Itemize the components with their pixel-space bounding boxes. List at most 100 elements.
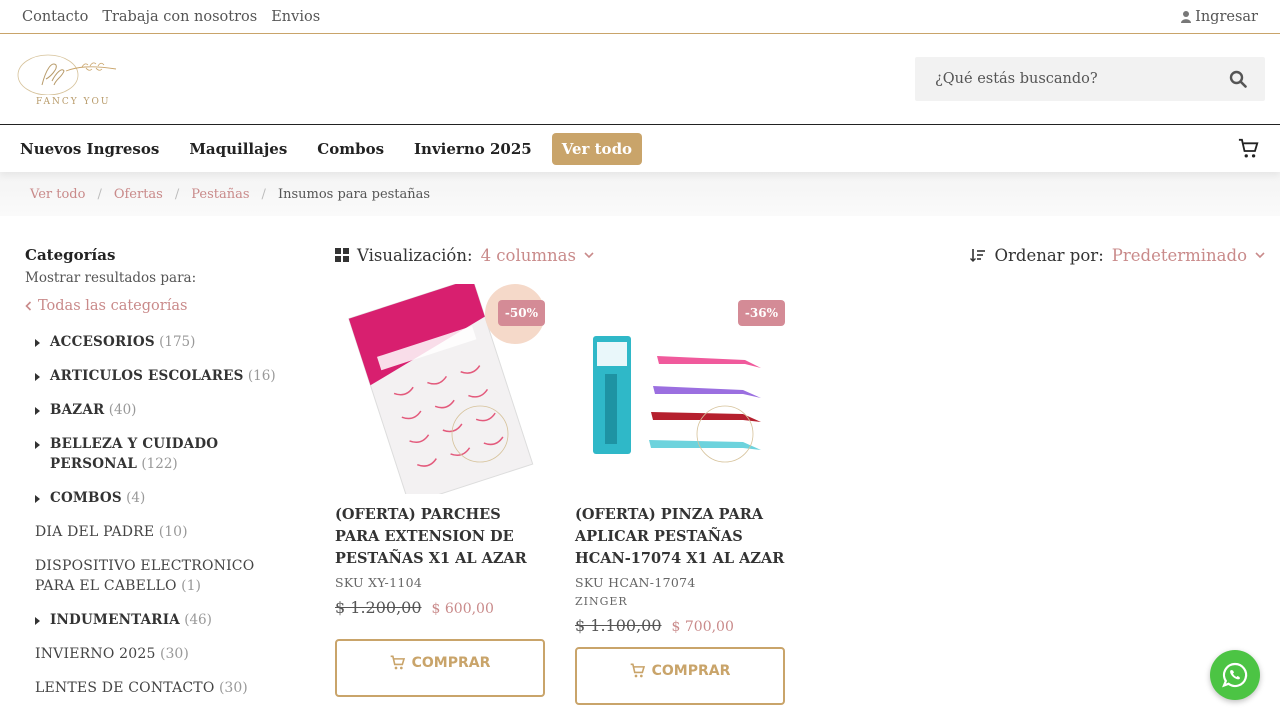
caret-right-icon[interactable] bbox=[35, 400, 50, 419]
discount-badge: -50% bbox=[497, 300, 545, 326]
product-brand: ZINGER bbox=[575, 595, 628, 608]
chevron-down-icon[interactable] bbox=[584, 251, 594, 259]
category-item[interactable]: INDUMENTARIA (46) bbox=[25, 610, 310, 630]
shipping-link[interactable]: Envios bbox=[271, 9, 320, 25]
category-item[interactable]: COMBOS (4) bbox=[25, 488, 310, 508]
logo-text: FANCY YOU bbox=[36, 97, 111, 107]
jobs-link[interactable]: Trabaja con nosotros bbox=[102, 9, 257, 25]
nav-item-winter[interactable]: Invierno 2025 bbox=[414, 140, 532, 158]
category-count: (30) bbox=[218, 680, 248, 696]
product-listing: Visualización: 4 columnas Ordenar por: P… bbox=[310, 246, 1280, 712]
top-bar: Contacto Trabaja con nosotros Envios Ing… bbox=[0, 0, 1280, 34]
category-item[interactable]: DISPOSITIVO ELECTRONICO PARA EL CABELLO … bbox=[25, 556, 310, 596]
product-sku: SKU XY-1104 bbox=[335, 575, 423, 590]
search-input[interactable] bbox=[935, 71, 1195, 87]
category-item[interactable]: LENTES DE CONTACTO (30) bbox=[25, 678, 310, 698]
logo[interactable]: FANCY YOU bbox=[16, 51, 120, 107]
listing-toolbar: Visualización: 4 columnas Ordenar por: P… bbox=[335, 246, 1265, 265]
product-grid: -50% (OFERTA) PARCHES PARA EXTENSION DE … bbox=[335, 277, 1265, 705]
buy-label: COMPRAR bbox=[411, 655, 491, 671]
search-bar bbox=[915, 57, 1265, 101]
caret-right-icon[interactable] bbox=[35, 366, 50, 385]
product-prices: $ 1.200,00 $ 600,00 bbox=[335, 598, 545, 617]
breadcrumb-current: Insumos para pestañas bbox=[277, 186, 431, 202]
buy-button[interactable]: COMPRAR bbox=[575, 647, 785, 705]
caret-right-icon[interactable] bbox=[35, 488, 50, 507]
breadcrumb-item[interactable]: Ofertas bbox=[114, 187, 163, 202]
sidebar-subtitle: Mostrar resultados para: bbox=[25, 270, 197, 286]
sale-price: $ 600,00 bbox=[431, 601, 494, 617]
product-prices: $ 1.100,00 $ 700,00 bbox=[575, 616, 785, 635]
product-card: -50% (OFERTA) PARCHES PARA EXTENSION DE … bbox=[335, 277, 545, 705]
category-name: INDUMENTARIA bbox=[50, 612, 180, 628]
discount-badge: -36% bbox=[737, 300, 785, 326]
category-count: (10) bbox=[158, 524, 188, 540]
whatsapp-button[interactable] bbox=[1210, 650, 1260, 700]
caret-right-icon[interactable] bbox=[35, 434, 50, 453]
contact-link[interactable]: Contacto bbox=[22, 9, 88, 25]
old-price: $ 1.200,00 bbox=[335, 598, 422, 617]
nav-menu: Nuevos Ingresos Maquillajes Combos Invie… bbox=[20, 132, 643, 165]
category-name: LENTES DE CONTACTO bbox=[35, 680, 215, 696]
category-item[interactable]: INVIERNO 2025 (30) bbox=[25, 644, 310, 664]
search-icon[interactable] bbox=[1229, 70, 1247, 88]
nav-item-new[interactable]: Nuevos Ingresos bbox=[20, 140, 159, 158]
product-title[interactable]: (OFERTA) PINZA PARA APLICAR PESTAÑAS HCA… bbox=[575, 504, 785, 570]
category-name: COMBOS bbox=[50, 490, 122, 506]
caret-right-icon[interactable] bbox=[35, 610, 50, 629]
caret-right-icon[interactable] bbox=[35, 332, 50, 351]
view-value[interactable]: 4 columnas bbox=[481, 246, 576, 265]
breadcrumb-item[interactable]: Ver todo bbox=[30, 187, 85, 202]
product-title[interactable]: (OFERTA) PARCHES PARA EXTENSION DE PESTA… bbox=[335, 504, 545, 570]
nav-item-makeup[interactable]: Maquillajes bbox=[189, 140, 287, 158]
top-links: Contacto Trabaja con nosotros Envios bbox=[22, 9, 320, 25]
product-image[interactable]: -50% bbox=[335, 277, 545, 505]
cart-icon[interactable] bbox=[1238, 138, 1260, 160]
category-name: ACCESORIOS bbox=[50, 334, 155, 350]
category-count: (175) bbox=[159, 334, 196, 350]
all-categories-label: Todas las categorías bbox=[38, 298, 188, 314]
nav-item-combos[interactable]: Combos bbox=[317, 140, 384, 158]
category-name: DIA DEL PADRE bbox=[35, 524, 155, 540]
old-price: $ 1.100,00 bbox=[575, 616, 662, 635]
grid-icon bbox=[335, 248, 349, 262]
category-item[interactable]: DIA DEL PADRE (10) bbox=[25, 522, 310, 542]
category-count: (122) bbox=[141, 456, 178, 472]
chevron-left-icon bbox=[25, 301, 32, 311]
main-nav: Nuevos Ingresos Maquillajes Combos Invie… bbox=[0, 125, 1280, 172]
view-label: Visualización: bbox=[357, 245, 473, 265]
sale-price: $ 700,00 bbox=[671, 619, 734, 635]
cart-icon bbox=[630, 663, 645, 678]
all-categories-link[interactable]: Todas las categorías bbox=[25, 298, 310, 314]
buy-button[interactable]: COMPRAR bbox=[335, 639, 545, 697]
login-label: Ingresar bbox=[1195, 8, 1258, 25]
category-item[interactable]: BELLEZA Y CUIDADO PERSONAL (122) bbox=[25, 434, 310, 474]
product-sku: SKU HCAN-17074 bbox=[575, 575, 696, 590]
header: FANCY YOU bbox=[0, 34, 1280, 125]
category-item[interactable]: ARTICULOS ESCOLARES (16) bbox=[25, 366, 310, 386]
product-card: -36% (OFERTA) PINZA PARA APLICAR PESTAÑA… bbox=[575, 284, 785, 705]
logo-mark bbox=[17, 54, 117, 96]
category-name: INVIERNO 2025 bbox=[35, 646, 156, 662]
category-item[interactable]: BAZAR (40) bbox=[25, 400, 310, 420]
whatsapp-icon bbox=[1222, 662, 1248, 688]
login-link[interactable]: Ingresar bbox=[1181, 9, 1258, 25]
sort-selector[interactable]: Ordenar por: Predeterminado bbox=[970, 246, 1265, 265]
category-name: ARTICULOS ESCOLARES bbox=[50, 368, 244, 384]
breadcrumb-item[interactable]: Pestañas bbox=[191, 187, 249, 202]
product-image[interactable]: -36% bbox=[575, 284, 785, 494]
category-count: (30) bbox=[160, 646, 189, 662]
chevron-down-icon[interactable] bbox=[1255, 251, 1265, 259]
sort-value[interactable]: Predeterminado bbox=[1112, 246, 1247, 265]
sidebar-title: Categorías bbox=[25, 246, 116, 264]
user-icon bbox=[1181, 10, 1192, 23]
nav-item-see-all[interactable]: Ver todo bbox=[551, 132, 643, 165]
category-item[interactable]: ACCESORIOS (175) bbox=[25, 332, 310, 352]
view-selector[interactable]: Visualización: 4 columnas bbox=[335, 246, 594, 265]
buy-label: COMPRAR bbox=[651, 663, 731, 679]
category-name: BAZAR bbox=[50, 402, 105, 418]
main-content: Categorías Mostrar resultados para: Toda… bbox=[0, 216, 1280, 712]
breadcrumb: Ver todo / Ofertas / Pestañas / Insumos … bbox=[0, 172, 1280, 216]
breadcrumb-separator: / bbox=[174, 186, 180, 202]
category-count: (46) bbox=[184, 612, 212, 628]
